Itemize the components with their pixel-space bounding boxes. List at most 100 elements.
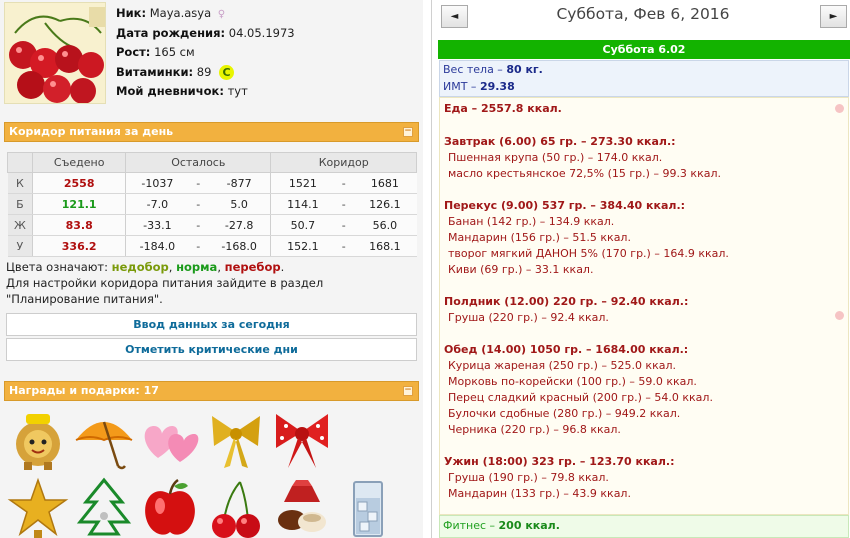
corridor-range-max: 168.1 — [353, 235, 417, 257]
vitamin-badge-icon: C — [219, 64, 235, 80]
collapse-icon[interactable]: − — [403, 386, 413, 396]
vitamins-row: Витаминки: 89 C — [116, 63, 416, 83]
corridor-table: Съедено Осталось Коридор К 2558 -1037- -877… — [6, 152, 417, 257]
corridor-left-min: -1037 — [125, 172, 189, 194]
corridor-left-max: 5.0 — [207, 193, 272, 215]
tree-gift-icon[interactable] — [72, 476, 136, 538]
meal-header[interactable]: Обед (14.00) 1050 гр. – 1684.00 ккал.: — [444, 342, 688, 358]
status-dot-icon — [835, 311, 844, 320]
meal-item[interactable]: Курица жареная (250 гр.) – 525.0 ккал. — [444, 358, 676, 374]
meal-item[interactable]: Мандарин (133 гр.) – 43.9 ккал. — [444, 486, 631, 502]
corridor-row: Ж 83.8 -33.1- -27.8 50.7-56.0 — [7, 214, 417, 236]
lion-toy-gift-icon[interactable] — [6, 408, 70, 472]
weight-label: Вес тела – — [443, 63, 503, 76]
candy-gift-icon[interactable] — [270, 476, 334, 538]
meal-header[interactable]: Полдник (12.00) 220 гр. – 92.40 ккал.: — [444, 294, 688, 310]
corridor-left-min: -33.1 — [125, 214, 189, 236]
corridor-dash: - — [188, 172, 208, 194]
corridor-left-max: -877 — [207, 172, 272, 194]
corridor-header-row: Съедено Осталось Коридор — [6, 152, 417, 173]
meals-box: Еда – 2557.8 ккал. Завтрак (6.00) 65 гр.… — [439, 97, 849, 515]
legend-low: недобор — [111, 260, 169, 274]
corridor-row-eaten: 336.2 — [32, 235, 127, 257]
bow-gift-icon[interactable] — [204, 408, 268, 472]
next-day-button[interactable]: ► — [820, 5, 847, 28]
corridor-row-letter: К — [7, 172, 34, 194]
corridor-dash: - — [188, 214, 208, 236]
corridor-range-min: 1521 — [270, 172, 335, 194]
meal-item[interactable]: Груша (220 гр.) – 92.4 ккал. — [444, 310, 609, 326]
meal-item[interactable]: Банан (142 гр.) – 134.9 ккал. — [444, 214, 614, 230]
hearts-gift-icon[interactable] — [138, 408, 202, 472]
profile-card: Ник: Maya.asya ♀ Дата рождения: 04.05.19… — [0, 0, 423, 110]
meal-item[interactable]: Морковь по-корейски (100 гр.) – 59.0 кка… — [444, 374, 697, 390]
weight-box: Вес тела – 80 кг. ИМТ – 29.38 — [439, 60, 849, 97]
meal-header[interactable]: Перекус (9.00) 537 гр. – 384.40 ккал.: — [444, 198, 685, 214]
corridor-left-max: -27.8 — [207, 214, 272, 236]
bmi-row: ИМТ – 29.38 — [443, 78, 848, 95]
left-column: Ник: Maya.asya ♀ Дата рождения: 04.05.19… — [0, 0, 423, 538]
legend-norm: норма — [176, 260, 218, 274]
corridor-row: К 2558 -1037- -877 1521-1681 — [7, 172, 417, 194]
cherries-gift-icon[interactable] — [204, 476, 268, 538]
corridor-panel-header[interactable]: Коридор питания за день − — [4, 122, 419, 142]
avatar[interactable] — [4, 2, 106, 104]
apple-gift-icon[interactable] — [138, 476, 202, 538]
birth-value: 04.05.1973 — [228, 25, 295, 40]
meal-item[interactable]: творог мягкий ДАНОН 5% (170 гр.) – 164.9… — [444, 246, 729, 262]
critical-days-button[interactable]: Отметить критические дни — [6, 338, 417, 361]
color-legend: Цвета означают: недобор, норма, перебор.… — [6, 259, 420, 307]
corridor-dash: - — [334, 235, 354, 257]
right-column: ◄ Суббота, Фев 6, 2016 ► Суббота 6.02 Ве… — [438, 0, 850, 538]
meal-item[interactable]: Груша (190 гр.) – 79.8 ккал. — [444, 470, 609, 486]
collapse-icon[interactable]: − — [403, 127, 413, 137]
glass-gift-icon[interactable] — [336, 476, 400, 538]
meal-item[interactable]: Перец сладкий красный (200 гр.) – 54.0 к… — [444, 390, 713, 406]
profile-info: Ник: Maya.asya ♀ Дата рождения: 04.05.19… — [116, 4, 416, 102]
birth-row: Дата рождения: 04.05.1973 — [116, 24, 416, 44]
corridor-row-letter: У — [7, 235, 34, 257]
corridor-range-min: 114.1 — [270, 193, 335, 215]
input-today-button[interactable]: Ввод данных за сегодня — [6, 313, 417, 336]
corridor-row-eaten: 83.8 — [32, 214, 127, 236]
red-bow-gift-icon[interactable] — [270, 408, 334, 472]
meal-item[interactable]: Булочки сдобные (280 гр.) – 949.2 ккал. — [444, 406, 680, 422]
legend-over: перебор — [224, 260, 281, 274]
corridor-range-min: 152.1 — [270, 235, 335, 257]
status-dot-icon — [835, 104, 844, 113]
corridor-title: Коридор питания за день — [9, 125, 174, 138]
corridor-dash: - — [188, 235, 208, 257]
diary-row: Мой дневничок: тут — [116, 82, 416, 102]
umbrella-gift-icon[interactable] — [72, 408, 136, 472]
gifts-grid — [4, 402, 419, 538]
meal-item[interactable]: Черника (220 гр.) – 96.8 ккал. — [444, 422, 621, 438]
diary-link[interactable]: тут — [228, 84, 248, 98]
fitness-label: Фитнес – — [443, 519, 496, 532]
corridor-row-eaten: 121.1 — [32, 193, 127, 215]
legend-prefix: Цвета означают: — [6, 260, 108, 274]
date-title: Суббота, Фев 6, 2016 — [556, 5, 730, 23]
meal-item[interactable]: Пшенная крупа (50 гр.) – 174.0 ккал. — [444, 150, 662, 166]
meal-header[interactable]: Ужин (18:00) 323 гр. – 123.70 ккал.: — [444, 454, 674, 470]
meal-header[interactable]: Завтрак (6.00) 65 гр. – 273.30 ккал.: — [444, 134, 676, 150]
meal-item[interactable]: Мандарин (156 гр.) – 51.5 ккал. — [444, 230, 631, 246]
prev-day-button[interactable]: ◄ — [441, 5, 468, 28]
weight-value: 80 кг. — [506, 63, 543, 76]
corridor-dash: - — [334, 214, 354, 236]
corridor-left-min: -184.0 — [125, 235, 189, 257]
corridor-range-max: 126.1 — [353, 193, 417, 215]
star-gift-icon[interactable] — [6, 476, 70, 538]
corridor-row: У 336.2 -184.0- -168.0 152.1-168.1 — [7, 235, 417, 257]
awards-panel-header[interactable]: Награды и подарки: 17 − — [4, 381, 419, 401]
nick-value[interactable]: Maya.asya — [150, 6, 211, 20]
corridor-range-min: 50.7 — [270, 214, 335, 236]
fitness-box: Фитнес – 200 ккал. — [439, 515, 849, 538]
meal-item[interactable]: масло крестьянское 72,5% (15 гр.) – 99.3… — [444, 166, 721, 182]
corridor-dash: - — [334, 172, 354, 194]
nick-label: Ник: — [116, 6, 147, 20]
meal-item[interactable]: Киви (69 гр.) – 33.1 ккал. — [444, 262, 593, 278]
bmi-label: ИМТ – — [443, 80, 477, 93]
corridor-header-range: Коридор — [270, 152, 417, 173]
fitness-value: 200 ккал. — [498, 519, 560, 532]
female-icon: ♀ — [217, 9, 226, 20]
